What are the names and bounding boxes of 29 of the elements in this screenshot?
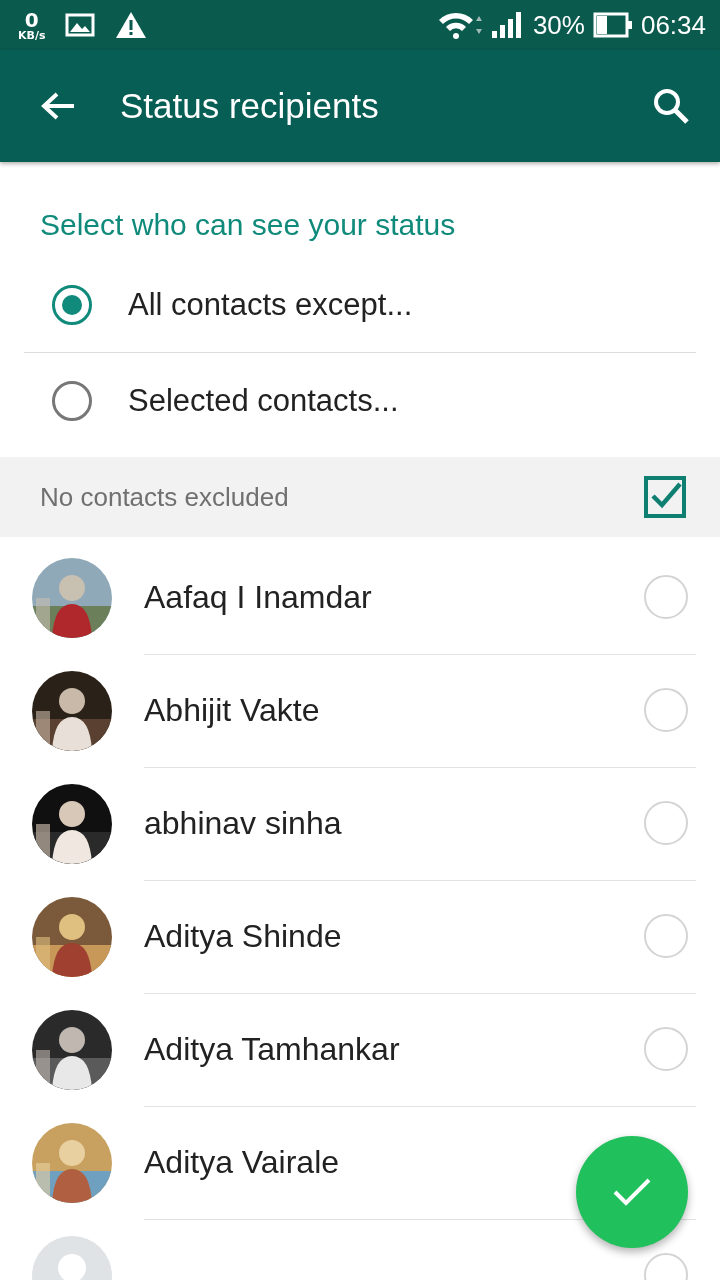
contact-name[interactable]: Aditya Vairale — [144, 1143, 340, 1181]
contact-name[interactable]: Aditya Shinde — [144, 917, 342, 955]
contact-name[interactable]: Aditya Tamhankar — [144, 1030, 400, 1068]
back-arrow-icon[interactable] — [40, 90, 76, 122]
radio-option[interactable]: Selected contacts... — [24, 373, 407, 429]
battery-percent: 30% — [532, 9, 585, 41]
image-icon — [65, 13, 96, 37]
radio-button[interactable] — [52, 285, 92, 325]
summary-text: No contacts excluded — [40, 481, 289, 513]
search-icon[interactable] — [652, 87, 690, 125]
radio-option[interactable]: All contacts except... — [24, 277, 421, 333]
contact-name[interactable]: Abhijit Vakte — [144, 691, 320, 729]
network-speed: 0 KB/s — [18, 9, 46, 41]
radio-button[interactable] — [52, 381, 92, 421]
confirm-button[interactable] — [576, 1136, 688, 1248]
contact-radio[interactable] — [644, 801, 688, 845]
contact-name[interactable]: Aafaq I Inamdar — [144, 578, 372, 616]
checkbox[interactable] — [644, 476, 686, 518]
contact-radio[interactable] — [644, 575, 688, 619]
contact-radio[interactable] — [644, 688, 688, 732]
contact-name[interactable]: abhinav sinha — [144, 804, 342, 842]
clock: 06:34 — [640, 9, 706, 41]
contact-radio[interactable] — [644, 914, 688, 958]
section-heading: Select who can see your status — [39, 208, 457, 242]
screen-title: Status recipients — [120, 86, 380, 126]
battery-icon — [592, 12, 633, 38]
check-icon — [612, 1177, 652, 1207]
warning-icon — [115, 11, 148, 39]
contact-radio[interactable] — [644, 1027, 688, 1071]
